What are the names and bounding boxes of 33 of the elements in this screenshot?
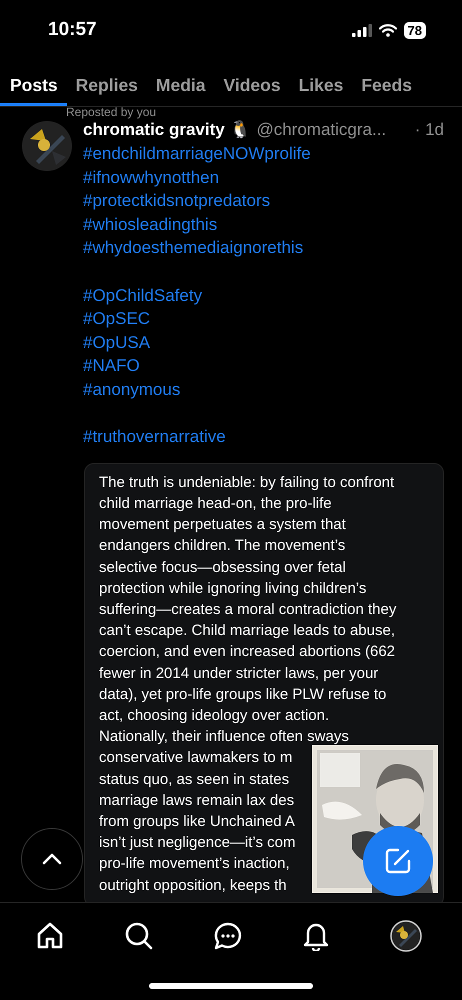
hashtag-link[interactable]: #endchildmarriageNOWprolife xyxy=(83,142,311,166)
profile-avatar[interactable] xyxy=(390,920,422,952)
hashtag-link[interactable]: #OpChildSafety xyxy=(83,284,202,308)
repost-note: Reposted by you xyxy=(65,107,158,119)
author-handle[interactable]: @chromaticgra... xyxy=(256,120,386,140)
hashtag-link[interactable]: #OpSEC xyxy=(83,307,150,331)
hashtag-link[interactable]: #ifnowwhynotthen xyxy=(83,166,220,190)
quote-text: conservative lawmakers to m status quo, as seen in states marriage laws remain lax des from groups like Unchained A isn’t just negligence—it’s com pro-life movement’s inaction, outright opposition, keeps th xyxy=(99,748,296,896)
chevron-up-icon xyxy=(42,853,62,865)
hashtag-link[interactable]: #protectkidsnotpredators xyxy=(83,189,270,213)
author-name[interactable]: chromatic gravity 🐧 xyxy=(83,119,250,140)
battery-indicator: 78 xyxy=(404,22,426,38)
profile-tab[interactable]: Likes xyxy=(290,60,352,106)
hashtag-link[interactable]: #anonymous xyxy=(83,378,180,402)
chat-icon[interactable] xyxy=(212,921,242,951)
hashtag-link[interactable]: #whiosleadingthis xyxy=(83,212,218,236)
status-time: 10:57 xyxy=(48,19,97,41)
wifi-icon xyxy=(378,24,397,36)
search-icon[interactable] xyxy=(124,921,154,951)
compose-icon xyxy=(384,847,412,875)
hashtag-link[interactable]: #whydoesthemediaignorethis xyxy=(83,236,304,260)
profile-tab[interactable]: Replies xyxy=(66,60,147,106)
post-time: · 1d xyxy=(414,120,444,140)
avatar-image[interactable] xyxy=(22,121,72,171)
hashtag-link[interactable]: #NAFO xyxy=(83,354,140,378)
hashtag-link[interactable]: #OpUSA xyxy=(83,330,150,354)
hashtag-link[interactable]: #truthovernarrative xyxy=(83,425,226,449)
signal-icon xyxy=(352,24,372,36)
profile-tab[interactable]: Media xyxy=(146,60,215,106)
profile-tab[interactable]: Feeds xyxy=(352,60,421,106)
home-icon[interactable] xyxy=(35,921,65,951)
profile-tab[interactable]: Videos xyxy=(214,60,290,106)
profile-tab[interactable]: Posts xyxy=(0,60,67,106)
